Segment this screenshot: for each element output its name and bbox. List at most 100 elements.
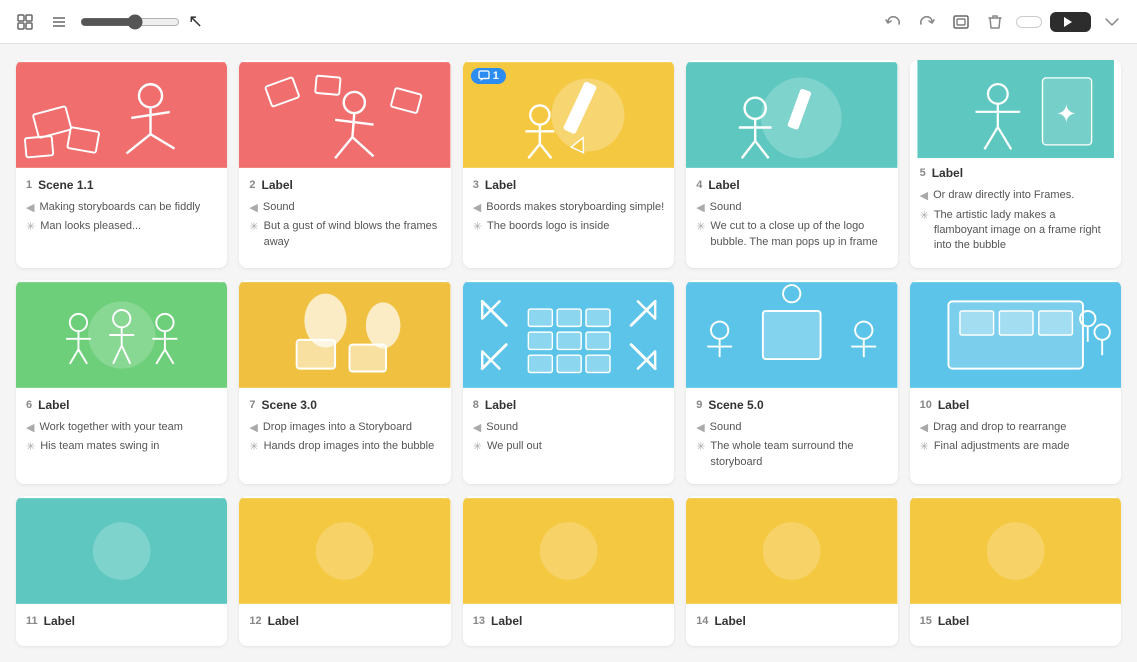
card-14[interactable]: 14Label [686, 496, 897, 646]
card-4[interactable]: 4Label ◀Sound ✳ We cut to a close up of the… [686, 60, 897, 268]
card-body-2: 2Label◀Sound✳But a gust of wind blows th… [239, 170, 450, 268]
card-scene-label: Label [932, 166, 963, 180]
card-scene-label: Label [485, 398, 516, 412]
zoom-slider-wrapper [80, 14, 180, 30]
card-row-text: The boords logo is inside [487, 219, 609, 234]
sound-icon: ◀ [249, 201, 257, 214]
animatic-button[interactable] [1050, 12, 1091, 32]
card-7[interactable]: 7Scene 3.0◀Drop images into a Storyboard… [239, 280, 450, 484]
card-3[interactable]: 13Label◀Boords makes storyboarding simpl… [463, 60, 674, 268]
card-row-text: We pull out [487, 439, 542, 454]
redo-button[interactable] [914, 9, 940, 35]
card-row-text: Sound [486, 420, 518, 435]
card-row-text: Making storyboards can be fiddly [39, 200, 200, 215]
card-scene-label: Label [714, 614, 745, 628]
card-scene-label: Label [268, 614, 299, 628]
card-5[interactable]: ✦ 5Label◀Or draw directly into Frames.✳T… [910, 60, 1121, 268]
card-body-9: 9Scene 5.0 ◀Sound ✳ The whole team surround… [686, 390, 897, 484]
action-icon: ✳ [696, 440, 705, 453]
card-body-14: 14Label [686, 606, 897, 646]
card-9[interactable]: 9Scene 5.0 ◀Sound ✳ The whole team surround… [686, 280, 897, 484]
card-row-0: ◀Work together with your team [26, 420, 217, 435]
card-scene-label: Label [938, 398, 969, 412]
comment-badge[interactable]: 1 [471, 68, 506, 84]
card-row-0: ◀Sound [696, 200, 887, 215]
action-icon: ✳ [696, 220, 705, 233]
action-icon: ✳ [26, 220, 35, 233]
card-15[interactable]: 15Label [910, 496, 1121, 646]
card-image-11 [16, 496, 227, 606]
card-header-4: 4Label [696, 178, 887, 192]
storyboard-grid: 1Scene 1.1◀Making storyboards can be fid… [0, 44, 1137, 662]
card-row-0: ◀ Making storyboards can be fiddly [26, 200, 217, 215]
card-header-12: 12 Label [249, 614, 440, 628]
card-row-0: ◀Sound [696, 420, 887, 435]
sound-icon: ◀ [920, 189, 928, 202]
card-number: 8 [473, 399, 479, 411]
action-icon: ✳ [249, 220, 258, 233]
zoom-slider[interactable] [80, 14, 180, 30]
card-header-3: 3Label [473, 178, 664, 192]
card-header-11: 11Label [26, 614, 217, 628]
card-image-1 [16, 60, 227, 170]
card-number: 11 [26, 615, 38, 627]
frames-button[interactable] [948, 9, 974, 35]
collapse-button[interactable] [1099, 9, 1125, 35]
card-number: 13 [473, 615, 485, 627]
card-image-6 [16, 280, 227, 390]
action-icon: ✳ [473, 220, 482, 233]
card-header-14: 14Label [696, 614, 887, 628]
delete-button[interactable] [982, 9, 1008, 35]
card-header-7: 7Scene 3.0 [249, 398, 440, 412]
card-scene-label: Label [708, 178, 739, 192]
card-row-1: ✳The artistic lady makes a flamboyant im… [920, 208, 1111, 254]
undo-button[interactable] [880, 9, 906, 35]
card-number: 12 [249, 615, 261, 627]
card-image-13 [463, 496, 674, 606]
card-body-13: 13Label [463, 606, 674, 646]
card-header-9: 9Scene 5.0 [696, 398, 887, 412]
card-8[interactable]: 8Label◀Sound✳We pull out [463, 280, 674, 484]
card-body-12: 12 Label [239, 606, 450, 646]
card-row-text: Sound [710, 200, 742, 215]
card-image-5: ✦ [910, 60, 1121, 158]
card-12[interactable]: 12 Label [239, 496, 450, 646]
sound-icon: ◀ [473, 421, 481, 434]
card-number: 15 [920, 615, 932, 627]
card-image-4 [686, 60, 897, 170]
card-row-text: Sound [263, 200, 295, 215]
card-row-text: The whole team surround the storyboard [710, 439, 887, 470]
card-scene-label: Scene 1.1 [38, 178, 93, 192]
card-image-8 [463, 280, 674, 390]
card-row-text: His team mates swing in [40, 439, 159, 454]
svg-text:✦: ✦ [1055, 102, 1076, 129]
card-header-1: 1Scene 1.1 [26, 178, 217, 192]
grid-view-button[interactable] [12, 9, 38, 35]
card-header-8: 8 Label [473, 398, 664, 412]
card-row-text: We cut to a close up of the logo bubble.… [710, 219, 887, 250]
card-2[interactable]: 2Label◀Sound✳But a gust of wind blows th… [239, 60, 450, 268]
sound-icon: ◀ [26, 201, 34, 214]
card-6[interactable]: 6Label ◀Work together with your team ✳ His … [16, 280, 227, 484]
card-row-text: But a gust of wind blows the frames away [264, 219, 441, 250]
card-header-6: 6Label [26, 398, 217, 412]
add-images-button[interactable] [1016, 16, 1042, 28]
card-row-1: ✳ But a gust of wind blows the frames awa… [249, 219, 440, 250]
card-10[interactable]: 10Label◀Drag and drop to rearrange✳Final… [910, 280, 1121, 484]
list-view-button[interactable] [46, 9, 72, 35]
card-scene-label: Label [38, 398, 69, 412]
card-row-1: ✳ His team mates swing in [26, 439, 217, 454]
card-13[interactable]: 13Label [463, 496, 674, 646]
card-row-0: ◀ Sound [249, 200, 440, 215]
card-number: 9 [696, 399, 702, 411]
card-1[interactable]: 1Scene 1.1 ◀ Making storyboards can be fid… [16, 60, 227, 268]
card-row-text: Final adjustments are made [934, 439, 1070, 454]
card-row-1: ✳Hands drop images into the bubble [249, 439, 440, 454]
card-row-1: ✳Final adjustments are made [920, 439, 1111, 454]
action-icon: ✳ [26, 440, 35, 453]
card-body-15: 15Label [910, 606, 1121, 646]
card-row-0: ◀Drag and drop to rearrange [920, 420, 1111, 435]
card-body-6: 6Label ◀Work together with your team ✳ His … [16, 390, 227, 484]
card-row-1: ✳ We cut to a close up of the logo bubble… [696, 219, 887, 250]
card-11[interactable]: 11Label [16, 496, 227, 646]
